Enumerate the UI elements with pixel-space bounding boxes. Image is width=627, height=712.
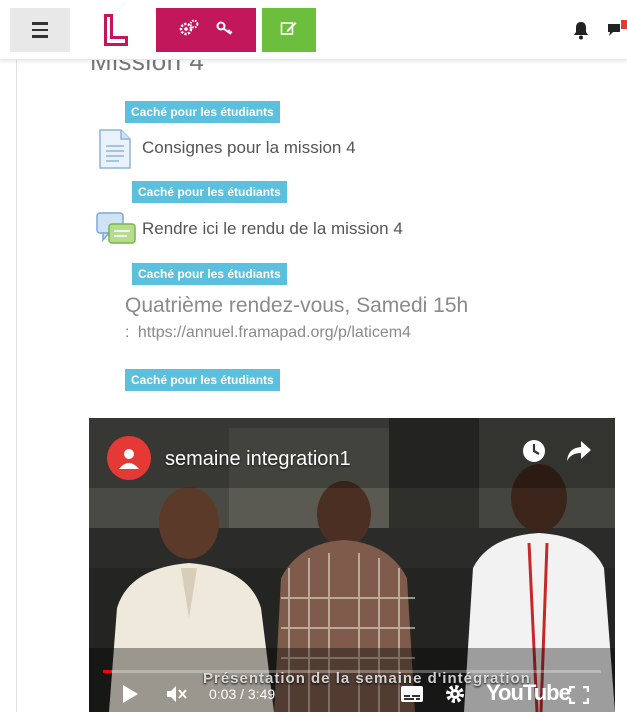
mute-icon[interactable] (165, 684, 189, 709)
fullscreen-icon[interactable] (568, 685, 590, 709)
hidden-badge: Caché pour les étudiants (132, 181, 287, 203)
rdv-link[interactable]: https://annuel.framapad.org/p/laticem4 (138, 324, 411, 341)
bell-icon[interactable] (572, 20, 590, 40)
key-icon (216, 20, 234, 41)
forum-icon (95, 210, 137, 250)
cogs-icon (179, 19, 199, 42)
clock-icon[interactable] (521, 438, 547, 469)
share-icon[interactable] (565, 438, 593, 469)
top-navbar (0, 0, 627, 60)
rdv-label: Quatrième rendez-vous, Samedi 15h (125, 294, 469, 317)
gear-icon[interactable] (444, 683, 466, 710)
play-icon[interactable] (121, 684, 139, 709)
activity-link-instructions[interactable]: Consignes pour la mission 4 (142, 138, 356, 158)
edit-icon (280, 20, 298, 41)
rdv-link-prefix: : (125, 324, 130, 341)
edit-mode-button[interactable] (262, 8, 316, 52)
menu-toggle-button[interactable] (10, 8, 70, 52)
rdv-link-line: : https://annuel.framapad.org/p/laticem4 (125, 324, 411, 342)
chat-icon[interactable] (606, 20, 627, 40)
youtube-logo[interactable]: YouTube (486, 680, 571, 706)
hidden-badge: Caché pour les étudiants (125, 101, 280, 123)
content-left-border (16, 60, 17, 712)
hidden-badge: Caché pour les étudiants (132, 263, 287, 285)
hamburger-icon (32, 20, 48, 40)
progress-played (103, 670, 111, 673)
avatar-icon[interactable] (107, 436, 151, 480)
video-player[interactable]: semaine integration1 Présentation de la … (89, 418, 615, 712)
progress-bar[interactable] (103, 670, 601, 673)
logo-icon[interactable] (96, 8, 136, 52)
document-icon (97, 128, 133, 170)
video-time: 0:03 / 3:49 (209, 686, 276, 702)
captions-icon[interactable] (401, 686, 423, 707)
hidden-badge: Caché pour les étudiants (125, 369, 280, 391)
activity-link-submission[interactable]: Rendre ici le rendu de la mission 4 (142, 219, 403, 239)
admin-actions-button[interactable] (156, 8, 256, 52)
video-title[interactable]: semaine integration1 (165, 448, 351, 471)
